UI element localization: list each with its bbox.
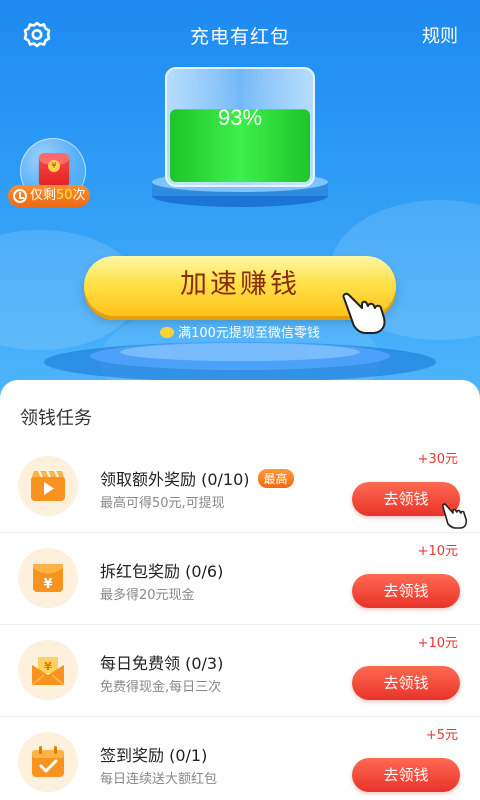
task-name: 每日免费领 (0/3) (100, 654, 224, 673)
remain-prefix: 仅剩 (30, 188, 57, 203)
battery-gauge: 93% (152, 67, 328, 207)
red-envelope-icon: ¥ (39, 153, 69, 187)
task-panel: 领钱任务 领取额外奖励 (0/10) 最高 最高可得50元,可提现 +30元 去领… (0, 380, 480, 800)
claim-button[interactable]: 去领钱 (352, 758, 460, 792)
rules-link[interactable]: 规则 (422, 22, 458, 48)
battery-percentage: 93% (218, 105, 262, 130)
task-reward: +10元 (417, 636, 458, 651)
task-row: 领取额外奖励 (0/10) 最高 最高可得50元,可提现 +30元 去领钱 (0, 440, 480, 532)
remaining-count-badge: 仅剩50次 (8, 185, 90, 207)
task-name: 签到奖励 (0/1) (100, 746, 208, 765)
task-description: 最高可得50元,可提现 (100, 496, 225, 511)
wechat-icon (160, 327, 175, 338)
withdraw-tip: 满100元提现至微信零钱 (0, 322, 480, 341)
task-name-text: 领取额外奖励 (0/10) (100, 470, 250, 489)
highest-badge: 最高 (257, 469, 294, 488)
task-description: 免费得现金,每日三次 (100, 680, 222, 695)
task-name: 领取额外奖励 (0/10) 最高 (100, 466, 294, 490)
video-play-icon (18, 456, 78, 516)
task-reward: +5元 (425, 728, 458, 743)
clock-icon (13, 189, 27, 203)
yuan-wallet-icon: ¥ (18, 640, 78, 700)
pointing-hand-icon (441, 503, 468, 529)
task-description: 每日连续送大额红包 (100, 772, 218, 787)
remain-count: 50 (56, 188, 73, 203)
calendar-check-icon (18, 732, 78, 792)
withdraw-tip-text: 满100元提现至微信零钱 (178, 326, 320, 341)
task-section-title: 领钱任务 (20, 408, 92, 429)
svg-text:¥: ¥ (43, 577, 52, 592)
page-title: 充电有红包 (189, 26, 290, 48)
yuan-envelope-icon: ¥ (18, 548, 78, 608)
hero-banner: 充电有红包 规则 93% ¥ 仅剩50次 加速赚钱 满100元提现至微信零钱 (0, 0, 480, 400)
task-row: ¥ 拆红包奖励 (0/6) 最多得20元现金 +10元 去领钱 (0, 532, 480, 624)
row-divider (0, 532, 480, 533)
task-description: 最多得20元现金 (100, 588, 195, 603)
svg-text:¥: ¥ (44, 660, 52, 673)
task-row: ¥ 每日免费领 (0/3) 免费得现金,每日三次 +10元 去领钱 (0, 624, 480, 716)
task-name: 拆红包奖励 (0/6) (100, 562, 224, 581)
claim-button[interactable]: 去领钱 (352, 574, 460, 608)
row-divider (0, 716, 480, 717)
remain-suffix: 次 (72, 188, 86, 203)
task-row: 签到奖励 (0/1) 每日连续送大额红包 +5元 去领钱 (0, 716, 480, 800)
claim-button[interactable]: 去领钱 (352, 666, 460, 700)
task-reward: +30元 (417, 452, 458, 467)
task-reward: +10元 (417, 544, 458, 559)
row-divider (0, 624, 480, 625)
